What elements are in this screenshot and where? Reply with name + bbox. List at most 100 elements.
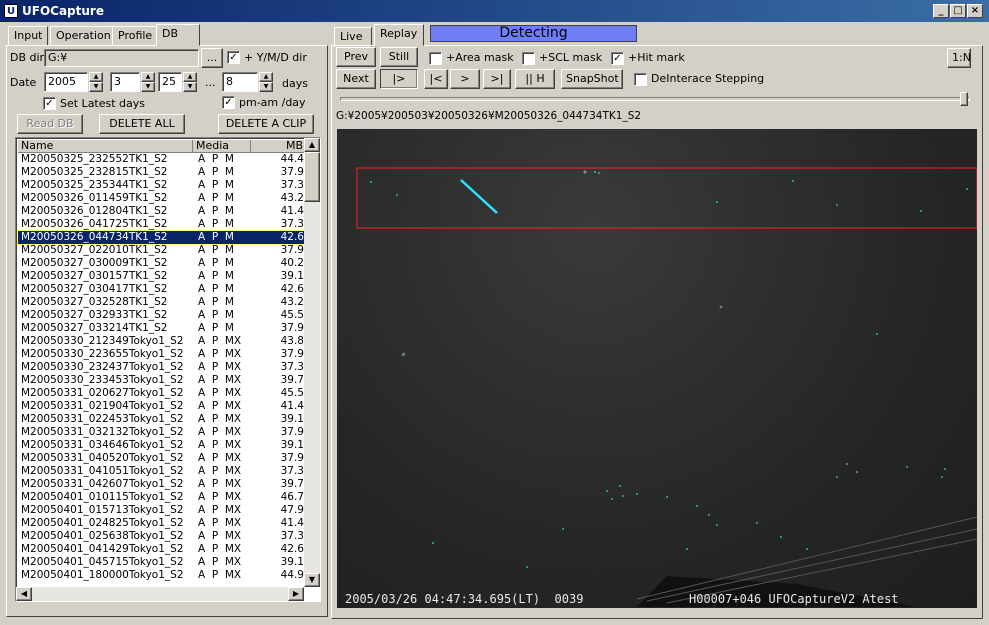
spin-up-icon[interactable]: ▲	[89, 72, 103, 82]
list-item[interactable]: M20050330_212349Tokyo1_S2 A P MX 43.8	[18, 335, 306, 348]
list-item[interactable]: M20050331_022453Tokyo1_S2 A P MX 39.1	[18, 413, 306, 426]
to-end-button[interactable]: >|	[483, 69, 511, 89]
list-item[interactable]: M20050331_034646Tokyo1_S2 A P MX 39.1	[18, 439, 306, 452]
clip-size: 37.9	[280, 452, 304, 464]
list-item[interactable]: M20050401_010115Tokyo1_S2 A P MX 46.7	[18, 491, 306, 504]
still-button[interactable]: Still	[380, 47, 418, 67]
spin-down-icon[interactable]: ▼	[141, 82, 155, 92]
list-item[interactable]: M20050327_032528TK1_S2 A P M 43.2	[18, 296, 306, 309]
read-db-button[interactable]: Read DB	[17, 114, 83, 134]
area-mask-checkbox[interactable]	[429, 52, 442, 65]
next-button[interactable]: Next	[336, 69, 376, 89]
tab-db[interactable]: DB	[156, 24, 200, 46]
ratio-button[interactable]: 1:N	[947, 48, 971, 68]
list-item[interactable]: M20050327_030009TK1_S2 A P M 40.2	[18, 257, 306, 270]
clip-list[interactable]: Name Media MB M20050325_232552TK1_S2 A P …	[15, 137, 321, 602]
step-button[interactable]: >	[450, 69, 480, 89]
list-item[interactable]: M20050326_011459TK1_S2 A P M 43.2	[18, 192, 306, 205]
list-item[interactable]: M20050330_223655Tokyo1_S2 A P MX 37.9	[18, 348, 306, 361]
days-input[interactable]: 8	[222, 72, 258, 92]
db-dir-field[interactable]: G:¥	[44, 49, 199, 67]
delete-all-button[interactable]: DELETE ALL	[99, 114, 185, 134]
list-item[interactable]: M20050325_232552TK1_S2 A P M 44.4	[18, 153, 306, 166]
deinterlace-checkbox[interactable]	[634, 73, 647, 86]
list-item[interactable]: M20050331_021904Tokyo1_S2 A P MX 41.4	[18, 400, 306, 413]
list-item[interactable]: M20050401_015713Tokyo1_S2 A P MX 47.9	[18, 504, 306, 517]
spin-down-icon[interactable]: ▼	[89, 82, 103, 92]
tab-replay[interactable]: Replay	[374, 24, 424, 46]
list-item[interactable]: M20050327_032933TK1_S2 A P M 45.5	[18, 309, 306, 322]
column-header-name[interactable]: Name	[18, 140, 193, 153]
hit-mark-checkbox[interactable]: ✓	[611, 52, 624, 65]
spin-down-icon[interactable]: ▼	[183, 82, 197, 92]
scroll-right-icon[interactable]: ▶	[288, 587, 304, 601]
spin-up-icon[interactable]: ▲	[141, 72, 155, 82]
column-header-mb[interactable]: MB	[251, 140, 306, 153]
list-item[interactable]: M20050331_042607Tokyo1_S2 A P MX 39.7	[18, 478, 306, 491]
list-item[interactable]: M20050331_020627Tokyo1_S2 A P MX 45.5	[18, 387, 306, 400]
list-item[interactable]: M20050327_030417TK1_S2 A P M 42.6	[18, 283, 306, 296]
tab-live[interactable]: Live	[334, 27, 372, 47]
clip-size: 37.3	[280, 179, 304, 191]
pm-am-checkbox[interactable]: ✓	[222, 96, 235, 109]
half-button[interactable]: || H	[515, 69, 555, 89]
list-item[interactable]: M20050401_180000Tokyo1_S2 A P MX 44.9	[18, 569, 306, 582]
clip-media: A P M	[198, 309, 234, 321]
days-spinner[interactable]: ▲ ▼	[259, 72, 273, 92]
list-item[interactable]: M20050401_041429Tokyo1_S2 A P MX 42.6	[18, 543, 306, 556]
scl-mask-checkbox[interactable]	[522, 52, 535, 65]
list-item[interactable]: M20050327_022010TK1_S2 A P M 37.9	[18, 244, 306, 257]
list-item[interactable]: M20050401_024825Tokyo1_S2 A P MX 41.4	[18, 517, 306, 530]
maximize-button[interactable]: □	[950, 4, 966, 18]
day-spinner[interactable]: ▲ ▼	[183, 72, 197, 92]
delete-clip-button[interactable]: DELETE A CLIP	[218, 114, 314, 134]
spin-up-icon[interactable]: ▲	[259, 72, 273, 82]
spin-down-icon[interactable]: ▼	[259, 82, 273, 92]
list-item[interactable]: M20050325_235344TK1_S2 A P M 37.3	[18, 179, 306, 192]
clip-size: 47.9	[280, 504, 304, 516]
ymd-checkbox[interactable]: ✓	[227, 51, 240, 64]
list-item[interactable]: M20050325_232815TK1_S2 A P M 37.9	[18, 166, 306, 179]
replay-slider-track[interactable]	[340, 97, 970, 101]
clip-size: 41.4	[280, 400, 304, 412]
list-item[interactable]: M20050401_025638Tokyo1_S2 A P MX 37.3	[18, 530, 306, 543]
column-header-media[interactable]: Media	[193, 140, 251, 153]
list-item[interactable]: M20050401_045715Tokyo1_S2 A P MX 39.1	[18, 556, 306, 569]
browse-button[interactable]: ...	[201, 48, 223, 68]
horizontal-scrollbar[interactable]: ◀ ▶	[16, 587, 304, 601]
snapshot-button[interactable]: SnapShot	[561, 69, 623, 89]
clip-name: M20050330_212349Tokyo1_S2	[21, 335, 184, 347]
list-item[interactable]: M20050330_232437Tokyo1_S2 A P MX 37.3	[18, 361, 306, 374]
month-spinner[interactable]: ▲ ▼	[141, 72, 155, 92]
day-input[interactable]: 25	[158, 72, 182, 92]
to-start-button[interactable]: |<	[424, 69, 448, 89]
prev-button[interactable]: Prev	[336, 47, 376, 67]
scroll-thumb[interactable]	[304, 152, 320, 202]
list-item[interactable]: M20050326_044734TK1_S2 A P M 42.6	[17, 230, 307, 245]
list-item[interactable]: M20050331_041051Tokyo1_S2 A P MX 37.3	[18, 465, 306, 478]
month-input[interactable]: 3	[110, 72, 140, 92]
list-item[interactable]: M20050331_040520Tokyo1_S2 A P MX 37.9	[18, 452, 306, 465]
list-item[interactable]: M20050327_030157TK1_S2 A P M 39.1	[18, 270, 306, 283]
scroll-up-icon[interactable]: ▲	[304, 138, 320, 152]
set-latest-checkbox[interactable]: ✓	[43, 97, 56, 110]
tab-input[interactable]: Input	[8, 26, 49, 46]
tab-profile[interactable]: Profile	[112, 26, 159, 46]
tab-operation[interactable]: Operation	[50, 26, 117, 46]
spin-up-icon[interactable]: ▲	[183, 72, 197, 82]
list-item[interactable]: M20050331_032132Tokyo1_S2 A P MX 37.9	[18, 426, 306, 439]
close-button[interactable]: ×	[967, 4, 983, 18]
vertical-scrollbar[interactable]: ▲ ▼	[304, 138, 320, 587]
minimize-button[interactable]: _	[933, 4, 949, 18]
scroll-down-icon[interactable]: ▼	[304, 573, 320, 587]
list-item[interactable]: M20050330_233453Tokyo1_S2 A P MX 39.7	[18, 374, 306, 387]
hit-mark-label: +Hit mark	[628, 51, 685, 64]
list-item[interactable]: M20050326_012804TK1_S2 A P M 41.4	[18, 205, 306, 218]
year-spinner[interactable]: ▲ ▼	[89, 72, 103, 92]
replay-slider-thumb[interactable]	[960, 92, 968, 106]
list-item[interactable]: M20050327_033214TK1_S2 A P M 37.9	[18, 322, 306, 335]
play-button[interactable]: |>	[380, 69, 418, 89]
year-input[interactable]: 2005	[44, 72, 88, 92]
list-item[interactable]: M20050326_041725TK1_S2 A P M 37.3	[18, 218, 306, 231]
scroll-left-icon[interactable]: ◀	[16, 587, 32, 601]
